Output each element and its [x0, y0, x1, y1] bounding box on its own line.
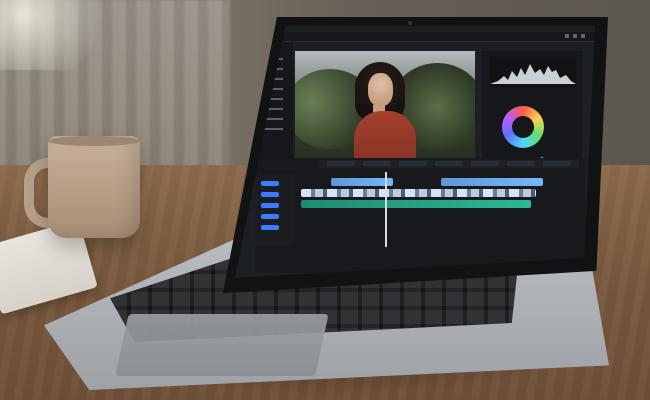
laptop-trackpad [115, 314, 329, 376]
laptop-screen [235, 26, 595, 278]
timeline-track[interactable] [301, 178, 583, 186]
photo-scene [0, 0, 650, 400]
timeline-tab[interactable] [363, 161, 391, 166]
playhead[interactable] [385, 172, 387, 247]
track-controls[interactable] [255, 175, 295, 245]
timeline-tab[interactable] [507, 161, 535, 166]
coffee-mug [48, 136, 140, 238]
app-topbar [275, 32, 595, 42]
timeline-track[interactable] [301, 189, 583, 197]
timeline-tab[interactable] [435, 161, 463, 166]
audio-track[interactable] [301, 200, 531, 208]
window-light [0, 0, 120, 70]
timeline-tab[interactable] [543, 161, 571, 166]
track-button[interactable] [261, 192, 279, 197]
track-button[interactable] [261, 214, 279, 219]
timeline-tabs[interactable] [319, 160, 579, 168]
histogram [490, 57, 576, 87]
color-wheel[interactable] [502, 106, 544, 148]
menu-item [263, 128, 283, 130]
camera-icon [408, 21, 412, 25]
window-controls-icon [565, 34, 589, 38]
subject-face [368, 73, 393, 106]
track-button[interactable] [261, 181, 279, 186]
track-button[interactable] [261, 225, 279, 230]
thumbnail-strip[interactable] [301, 189, 536, 197]
timeline-track[interactable] [301, 200, 583, 208]
timeline-tab[interactable] [471, 161, 499, 166]
video-clip[interactable] [441, 178, 543, 186]
track-button[interactable] [261, 203, 279, 208]
timeline-tab[interactable] [399, 161, 427, 166]
timeline[interactable] [255, 158, 585, 273]
timeline-tab[interactable] [327, 161, 355, 166]
video-clip[interactable] [331, 178, 393, 186]
